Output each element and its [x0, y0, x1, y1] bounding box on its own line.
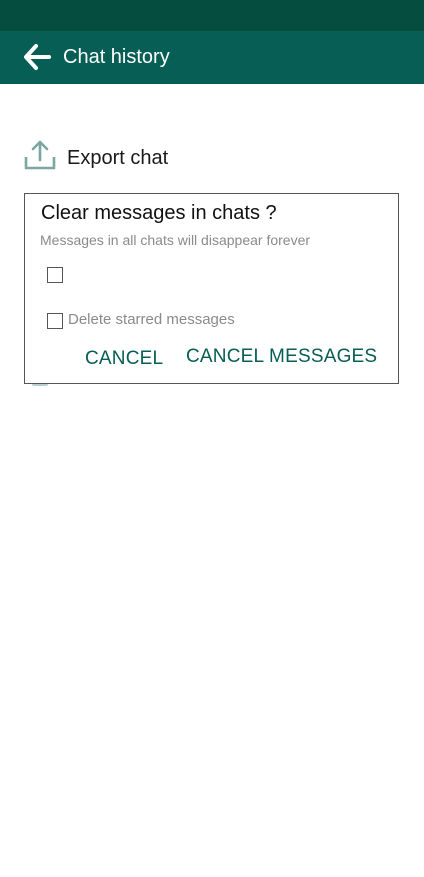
status-bar [0, 0, 424, 31]
arrow-left-icon [24, 44, 51, 70]
dialog-title: Clear messages in chats ? [41, 202, 277, 224]
page-title: Chat history [63, 46, 170, 68]
delete-starred-checkbox[interactable] [47, 313, 63, 329]
cancel-button[interactable]: CANCEL [85, 347, 163, 371]
app-bar: Chat history [0, 31, 424, 84]
clear-option-checkbox[interactable] [47, 267, 63, 283]
cancel-messages-button[interactable]: CANCEL MESSAGES [186, 345, 377, 369]
export-chat-label: Export chat [67, 147, 169, 169]
clear-messages-dialog: Clear messages in chats ? Messages in al… [24, 193, 399, 384]
dialog-subtitle: Messages in all chats will disappear for… [40, 232, 311, 248]
delete-starred-label: Delete starred messages [68, 311, 235, 328]
export-chat-item[interactable]: Export chat [24, 136, 400, 178]
upload-icon [24, 140, 56, 170]
back-button[interactable] [20, 41, 54, 73]
